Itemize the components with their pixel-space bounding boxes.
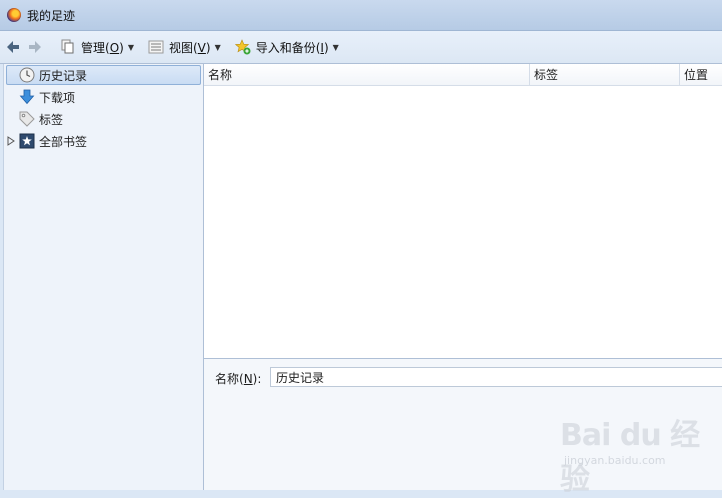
toolbar: 管理(O) ▼ 视图(V) ▼ 导入和备份(I) ▼ (0, 31, 722, 64)
column-header-label: 标签 (534, 68, 559, 82)
manage-label: 管理(O) (81, 40, 124, 55)
sidebar-item-downloads[interactable]: 下载项 (4, 87, 203, 107)
download-arrow-icon (19, 89, 35, 105)
chevron-down-icon: ▼ (214, 42, 221, 52)
chevron-down-icon: ▼ (332, 42, 339, 52)
column-header-name[interactable]: 名称 (204, 64, 530, 86)
back-arrow-icon (7, 41, 19, 53)
column-header-label: 位置 (684, 68, 709, 82)
details-pane: 名称(N): 历史记录 (204, 359, 722, 490)
places-list: 名称 标签 位置 (204, 64, 722, 359)
list-view-icon (148, 40, 164, 54)
name-input[interactable]: 历史记录 (270, 367, 722, 387)
library-sidebar-tree: 历史记录 下载项 标签 全部书签 (3, 64, 204, 490)
expand-triangle-icon[interactable] (7, 136, 15, 146)
column-header-label: 名称 (208, 68, 233, 82)
sidebar-item-label: 全部书签 (39, 134, 88, 149)
sidebar-item-history[interactable]: 历史记录 (4, 65, 203, 85)
name-input-value: 历史记录 (276, 370, 325, 385)
window-title: 我的足迹 (27, 8, 76, 23)
sidebar-item-tags[interactable]: 标签 (4, 109, 203, 129)
views-label: 视图(V) (168, 40, 211, 55)
chevron-down-icon: ▼ (127, 42, 134, 52)
clock-icon (19, 67, 35, 83)
manage-menu-button[interactable]: 管理(O) ▼ (56, 35, 138, 59)
star-import-icon (234, 39, 251, 55)
selection-highlight (6, 65, 201, 85)
tag-icon (19, 111, 35, 127)
forward-arrow-icon (29, 41, 41, 53)
views-menu-button[interactable]: 视图(V) ▼ (144, 35, 225, 59)
import-backup-menu-button[interactable]: 导入和备份(I) ▼ (231, 35, 343, 59)
title-bar: 我的足迹 (0, 0, 722, 31)
name-field-label: 名称(N): (215, 372, 262, 386)
sidebar-item-label: 标签 (39, 112, 64, 127)
sidebar-item-label: 历史记录 (39, 68, 88, 83)
firefox-icon (7, 8, 21, 22)
column-header-tags[interactable]: 标签 (530, 64, 680, 86)
forward-button[interactable] (26, 35, 44, 59)
sidebar-item-label: 下载项 (39, 90, 76, 105)
sidebar-item-all-bookmarks[interactable]: 全部书签 (4, 131, 203, 151)
organize-pages-icon (61, 39, 74, 54)
back-button[interactable] (4, 35, 22, 59)
column-header-location[interactable]: 位置 (680, 64, 722, 86)
bookmarks-star-icon (19, 133, 35, 149)
import-backup-label: 导入和备份(I) (255, 40, 329, 55)
